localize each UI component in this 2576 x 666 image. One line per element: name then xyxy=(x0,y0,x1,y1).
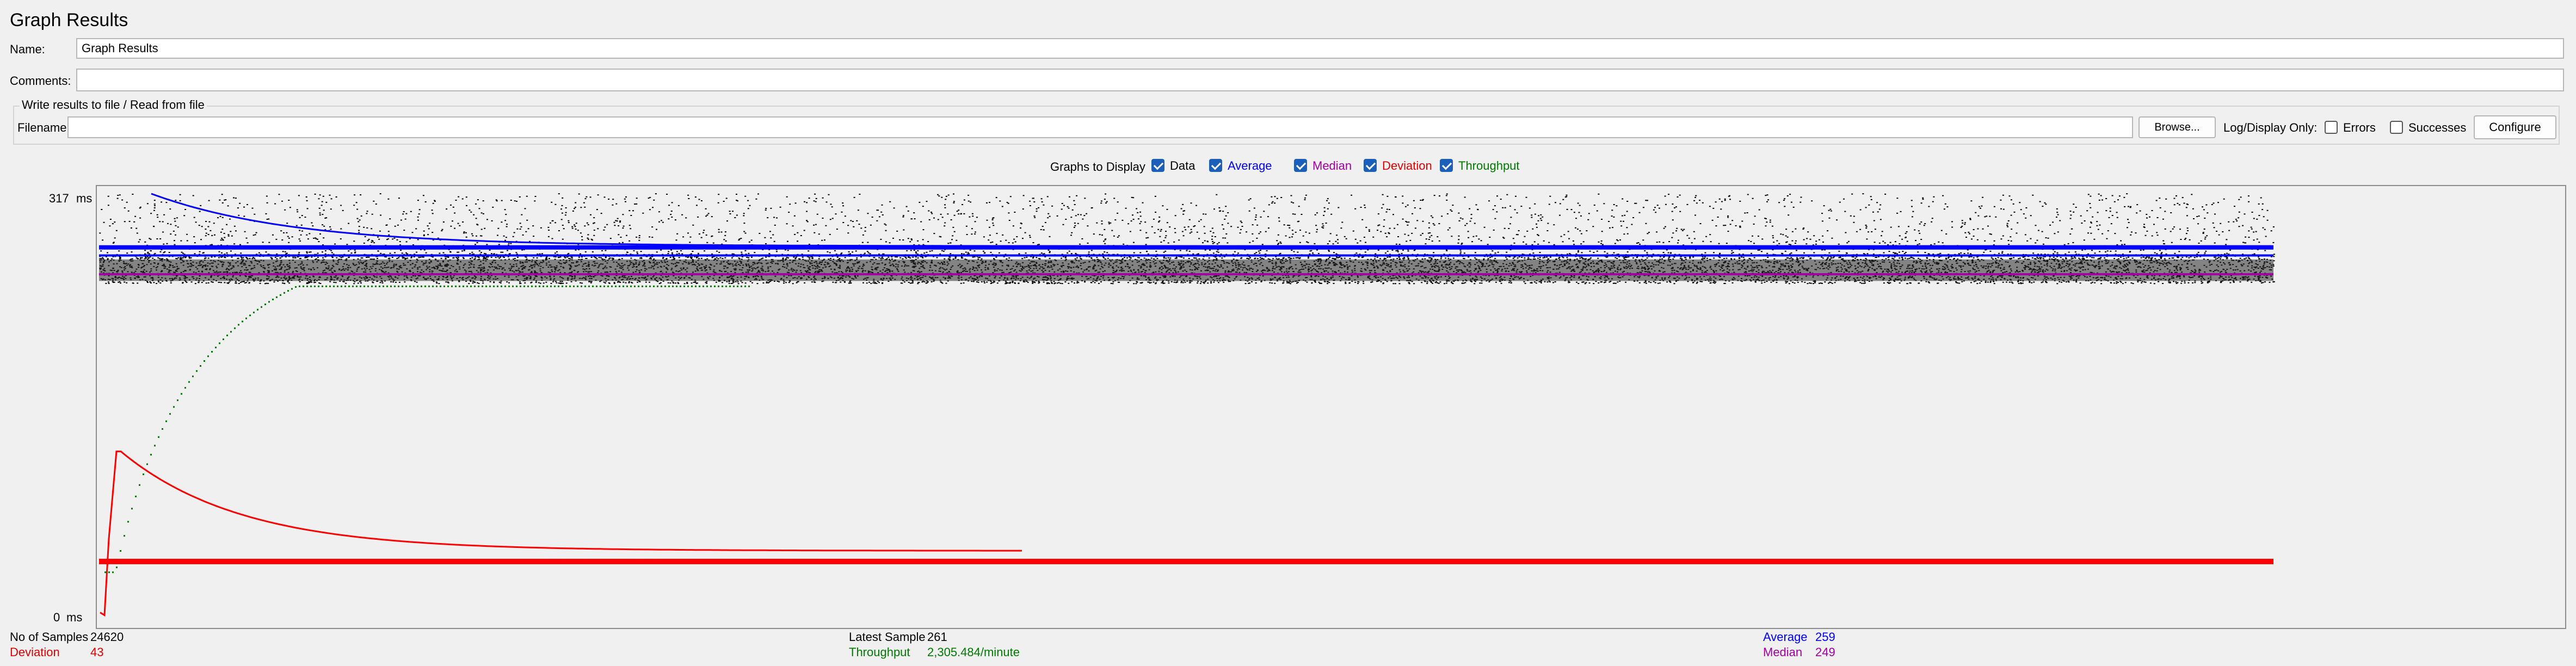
graph-option-throughput-checkbox[interactable] xyxy=(1440,159,1453,172)
graph-area xyxy=(96,185,2566,629)
filename-label: Filename xyxy=(17,121,67,134)
graph-option-deviation-checkbox[interactable] xyxy=(1364,159,1377,172)
comments-label: Comments: xyxy=(10,74,71,88)
samples-label: No of Samples xyxy=(10,630,89,644)
filename-field[interactable] xyxy=(67,116,2133,138)
graph-option-data-checkbox[interactable] xyxy=(1151,159,1164,172)
graph-option-deviation-label: Deviation xyxy=(1382,159,1432,172)
average-band-2 xyxy=(99,254,2273,257)
graph-option-average-label: Average xyxy=(1228,159,1272,172)
browse-button[interactable]: Browse... xyxy=(2139,116,2216,138)
throughput-stat-label: Throughput xyxy=(849,645,910,659)
y-max-unit: ms xyxy=(76,192,93,205)
deviation-band xyxy=(99,558,2273,564)
errors-label: Errors xyxy=(2343,121,2376,134)
name-field[interactable]: Graph Results xyxy=(76,38,2564,59)
median-stat-label: Median xyxy=(1763,645,1803,659)
successes-label: Successes xyxy=(2408,121,2467,134)
latest-sample-value: 261 xyxy=(927,630,947,644)
latest-sample-label: Latest Sample xyxy=(849,630,926,644)
average-band xyxy=(99,245,2273,250)
name-label: Name: xyxy=(10,42,45,56)
deviation-stat-label: Deviation xyxy=(10,645,60,659)
comments-field[interactable] xyxy=(76,69,2564,91)
errors-checkbox[interactable] xyxy=(2325,121,2338,134)
window-title: Graph Results xyxy=(10,10,128,30)
file-group-title: Write results to file / Read from file xyxy=(20,98,207,112)
throughput-curve xyxy=(104,285,750,574)
graph-option-median-label: Median xyxy=(1312,159,1352,172)
average-stat-value: 259 xyxy=(1815,630,1835,644)
data-dense-band xyxy=(99,259,2273,281)
log-display-label: Log/Display Only: xyxy=(2223,121,2318,134)
y-min-label: 0 xyxy=(53,610,60,624)
throughput-stat-value: 2,305.484/minute xyxy=(927,645,1020,659)
y-max-label: 317 xyxy=(49,192,69,205)
median-line xyxy=(99,273,2273,276)
graph-option-median-checkbox[interactable] xyxy=(1294,159,1307,172)
y-min-unit: ms xyxy=(66,610,83,624)
deviation-stat-value: 43 xyxy=(90,645,104,659)
graphs-to-display-label: Graphs to Display xyxy=(1050,160,1145,174)
average-line xyxy=(151,193,2271,247)
graph-option-average-checkbox[interactable] xyxy=(1209,159,1222,172)
deviation-curve xyxy=(100,451,1022,617)
configure-button[interactable]: Configure xyxy=(2474,115,2556,139)
graph-plot xyxy=(99,193,2275,617)
successes-checkbox[interactable] xyxy=(2390,121,2403,134)
graph-option-data-label: Data xyxy=(1170,159,1195,172)
samples-value: 24620 xyxy=(90,630,124,644)
average-stat-label: Average xyxy=(1763,630,1808,644)
graph-option-throughput-label: Throughput xyxy=(1458,159,1520,172)
median-stat-value: 249 xyxy=(1815,645,1835,659)
